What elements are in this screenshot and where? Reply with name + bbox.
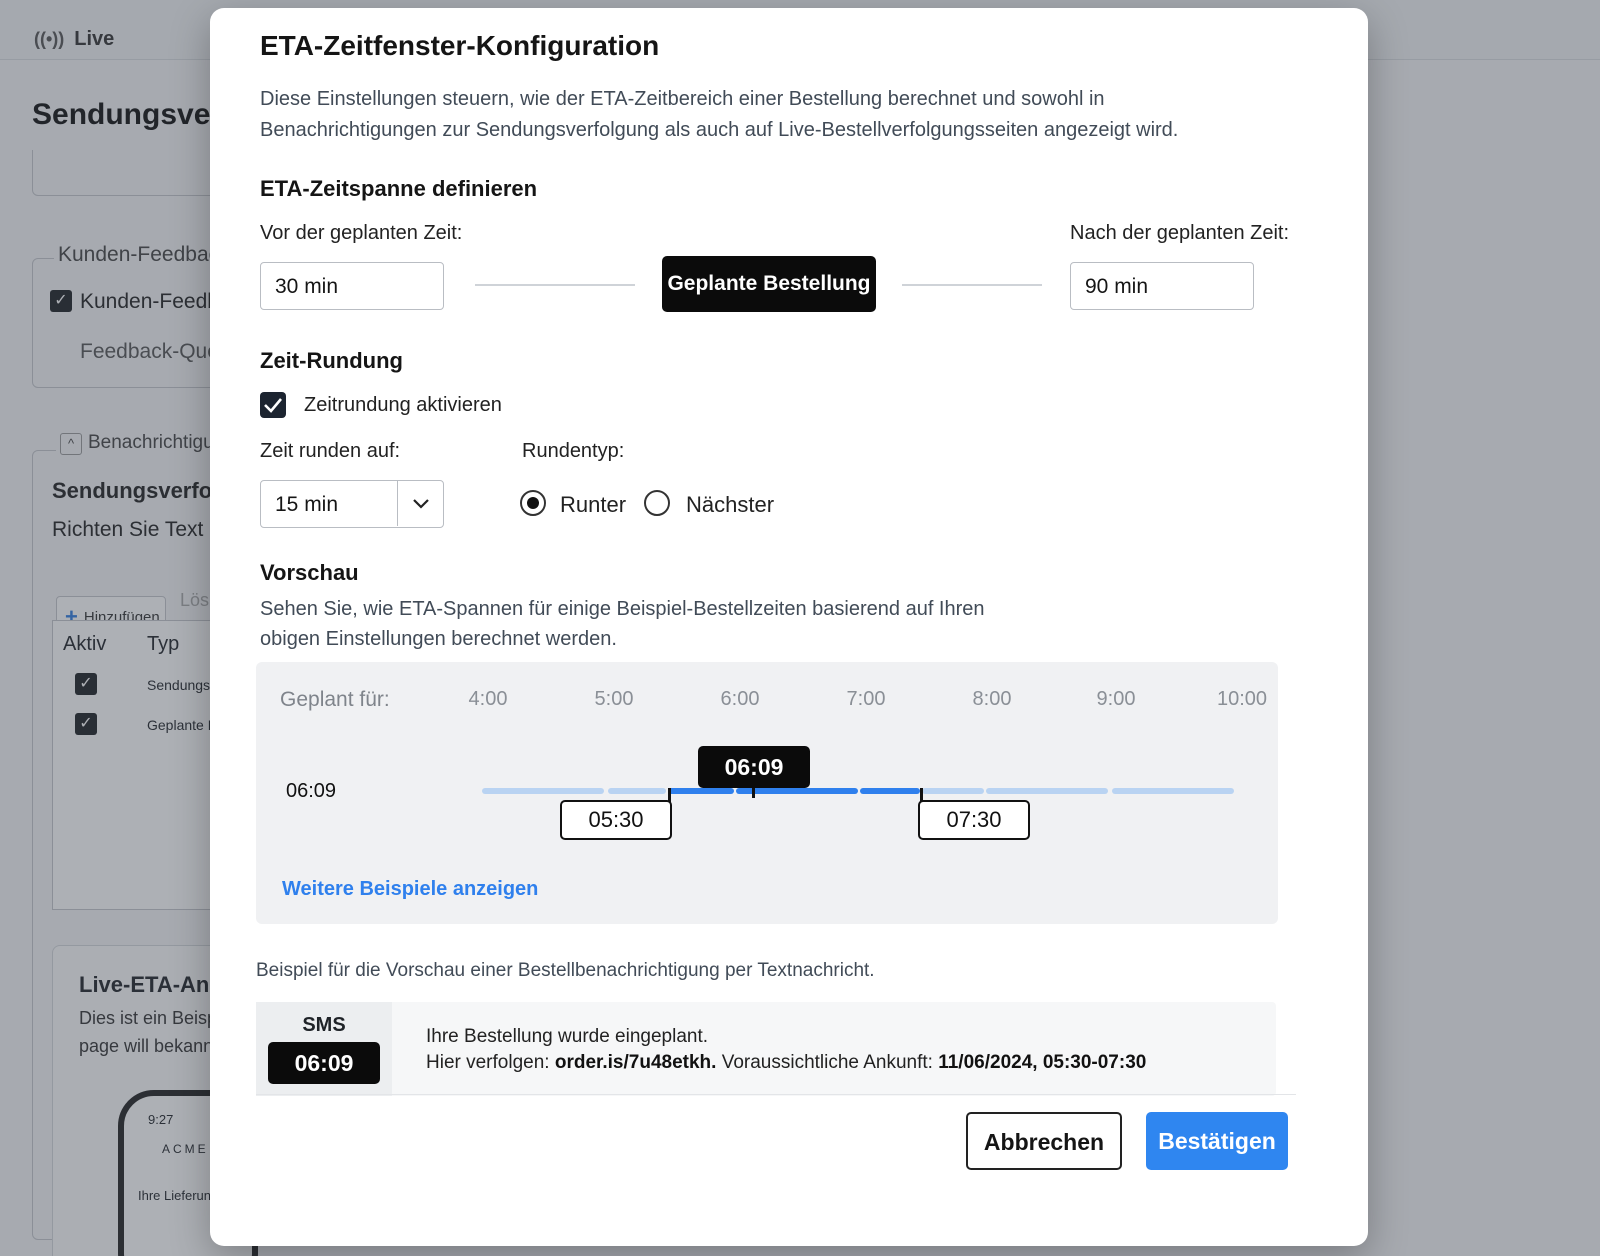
span-connector-right	[902, 284, 1042, 286]
rounding-type-label: Rundentyp:	[522, 440, 625, 462]
timeline-segment-active	[668, 788, 734, 794]
round-to-value: 15 min	[275, 493, 339, 516]
timeline-tick: 6:00	[720, 688, 760, 710]
sms-preview-caption: Beispiel für die Vorschau einer Bestellb…	[256, 960, 875, 981]
before-time-label: Vor der geplanten Zeit:	[260, 222, 463, 244]
rounding-checkbox[interactable]	[260, 392, 286, 418]
sms-line-1: Ihre Bestellung wurde eingeplant.	[426, 1026, 709, 1047]
preview-desc-2: obigen Einstellungen berechnet werden.	[260, 628, 617, 650]
before-time-input[interactable]: 30 min	[260, 262, 444, 310]
example-order-time: 06:09	[286, 780, 337, 802]
sms-preview: SMS 06:09 Ihre Bestellung wurde eingepla…	[256, 1002, 1276, 1096]
round-to-select[interactable]: 15 min	[260, 480, 444, 528]
timeline-tick: 9:00	[1096, 688, 1136, 710]
radio-naechster[interactable]	[644, 490, 670, 516]
sms-channel-label: SMS	[302, 1014, 346, 1036]
scheduled-for-label: Geplant für:	[280, 688, 390, 711]
eta-config-modal: ETA-Zeitfenster-Konfiguration Diese Eins…	[210, 8, 1368, 1246]
timeline-segment	[1112, 788, 1234, 794]
preview-panel: Geplant für: 4:00 5:00 6:00 7:00 8:00 9:…	[256, 662, 1278, 924]
timeline-segment	[608, 788, 666, 794]
checkmark-icon	[264, 398, 282, 413]
scheduled-time-tick	[752, 788, 755, 798]
sms-line-2: Hier verfolgen: order.is/7u48etkh. Vorau…	[426, 1052, 1146, 1074]
scheduled-order-pill: Geplante Bestellung	[662, 256, 876, 312]
sms-track-prefix: Hier verfolgen:	[426, 1052, 555, 1073]
after-time-input[interactable]: 90 min	[1070, 262, 1254, 310]
timeline-segment	[482, 788, 604, 794]
chevron-down-icon[interactable]	[397, 481, 443, 526]
after-time-label: Nach der geplanten Zeit:	[1070, 222, 1290, 244]
eta-end-marker: 07:30	[918, 800, 1030, 840]
rounding-heading: Zeit-Rundung	[260, 348, 403, 373]
modal-title: ETA-Zeitfenster-Konfiguration	[260, 30, 660, 61]
sms-track-link: order.is/7u48etkh.	[554, 1052, 717, 1073]
footer-divider	[256, 1094, 1296, 1095]
timeline-tick: 5:00	[594, 688, 634, 710]
timeline-tick: 10:00	[1216, 688, 1268, 710]
scheduled-time-marker: 06:09	[698, 746, 810, 788]
radio-runter-label: Runter	[560, 492, 627, 517]
timeline-segment	[922, 788, 984, 794]
span-section-heading: ETA-Zeitspanne definieren	[260, 176, 538, 201]
sms-eta-value: 11/06/2024, 05:30-07:30	[938, 1052, 1147, 1073]
sms-time-badge: 06:09	[268, 1042, 380, 1084]
more-examples-link[interactable]: Weitere Beispiele anzeigen	[282, 878, 538, 901]
timeline-segment	[986, 788, 1108, 794]
preview-heading: Vorschau	[260, 560, 359, 585]
radio-naechster-label: Nächster	[686, 492, 775, 517]
timeline-tick: 8:00	[972, 688, 1012, 710]
radio-runter[interactable]	[520, 490, 546, 516]
round-to-label: Zeit runden auf:	[260, 440, 401, 462]
modal-description: Diese Einstellungen steuern, wie der ETA…	[260, 88, 1179, 141]
timeline-tick: 7:00	[846, 688, 886, 710]
sms-eta-prefix: Voraussichtliche Ankunft:	[716, 1052, 939, 1073]
span-connector-left	[475, 284, 635, 286]
timeline-tick: 4:00	[468, 688, 508, 710]
cancel-button[interactable]: Abbrechen	[966, 1112, 1122, 1170]
confirm-button[interactable]: Bestätigen	[1146, 1112, 1288, 1170]
sms-badge-area: SMS 06:09	[256, 1002, 392, 1096]
rounding-checkbox-label: Zeitrundung aktivieren	[304, 394, 502, 416]
preview-desc-1: Sehen Sie, wie ETA-Spannen für einige Be…	[260, 598, 985, 620]
eta-start-marker: 05:30	[560, 800, 672, 840]
timeline-segment-active	[860, 788, 920, 794]
